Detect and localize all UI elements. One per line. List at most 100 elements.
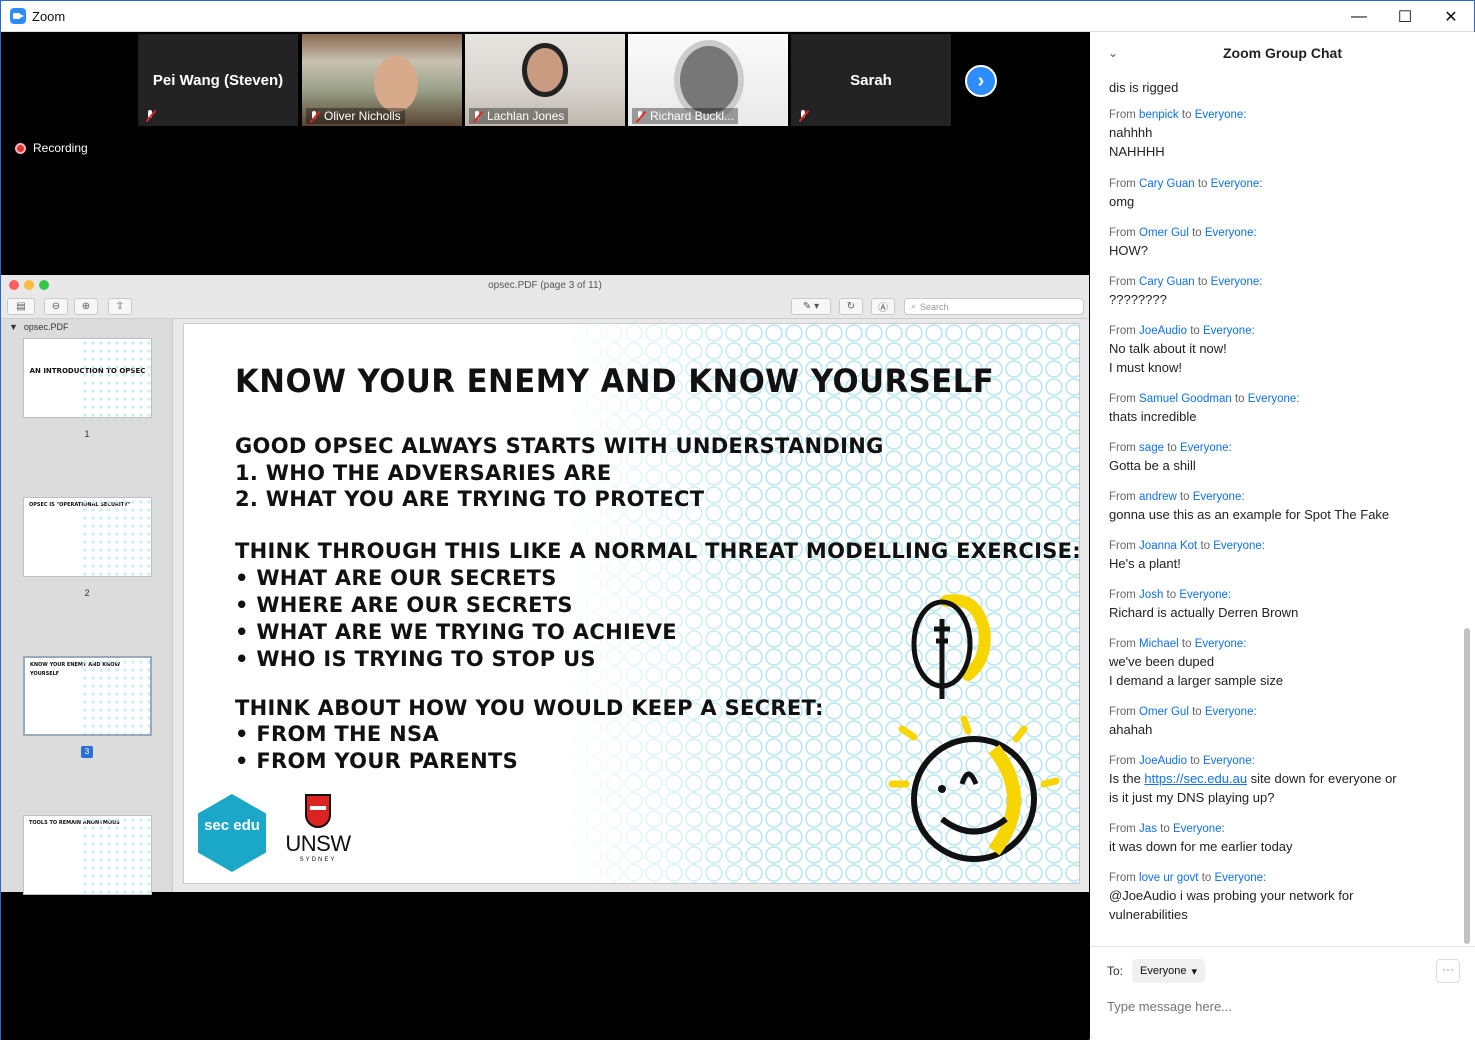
recipient-link[interactable]: Everyone: bbox=[1179, 589, 1231, 601]
sender-link[interactable]: Jas bbox=[1139, 823, 1157, 835]
minimize-button[interactable]: — bbox=[1336, 1, 1382, 32]
chat-message: From Samuel Goodman to Everyone: thats in… bbox=[1109, 391, 1300, 426]
maximize-button[interactable]: ☐ bbox=[1382, 1, 1428, 32]
to-word: to bbox=[1234, 393, 1245, 405]
message-text: Richard is actually Derren Brown bbox=[1109, 605, 1299, 620]
minimize-dot-icon[interactable] bbox=[24, 280, 34, 290]
recipient-link[interactable]: Everyone: bbox=[1213, 540, 1265, 552]
message-header: From JoeAudio to Everyone: bbox=[1109, 323, 1255, 339]
sender-link[interactable]: Joanna Kot bbox=[1139, 540, 1197, 552]
page-thumbnail-selected[interactable]: KNOW YOUR ENEMY AND KNOW YOURSELF bbox=[23, 656, 152, 736]
sender-link[interactable]: andrew bbox=[1139, 491, 1177, 503]
participant-tile[interactable]: Sarah bbox=[791, 34, 951, 126]
message-text: is it just my DNS playing up? bbox=[1109, 790, 1275, 805]
participant-tile[interactable]: Richard Buckl... bbox=[628, 34, 788, 126]
participant-tile[interactable]: Oliver Nicholls bbox=[302, 34, 462, 126]
recipient-dropdown[interactable]: Everyone ▾ bbox=[1132, 959, 1206, 983]
more-options-button[interactable]: ··· bbox=[1436, 959, 1460, 983]
to-word: to bbox=[1192, 227, 1202, 239]
page-thumbnail[interactable]: TOOLS TO REMAIN ANONYMOUS bbox=[23, 815, 152, 895]
message-header: From Josh to Everyone: bbox=[1109, 587, 1298, 603]
slide-title: KNOW YOUR ENEMY AND KNOW YOURSELF bbox=[235, 362, 995, 400]
next-participants-button[interactable]: › bbox=[965, 65, 997, 97]
message-header: From Joanna Kot to Everyone: bbox=[1109, 538, 1265, 554]
message-header: From andrew to Everyone: bbox=[1109, 489, 1389, 505]
message-text: it was down for me earlier today bbox=[1109, 839, 1293, 854]
sidebar-header[interactable]: ▼ opsec.PDF bbox=[1, 319, 172, 335]
recipient-link[interactable]: Everyone: bbox=[1193, 491, 1245, 503]
sidebar-toggle-icon[interactable]: ▤ bbox=[7, 298, 35, 315]
slide-line: • FROM YOUR PARENTS bbox=[235, 749, 519, 773]
close-button[interactable]: ✕ bbox=[1428, 1, 1474, 32]
to-word: to bbox=[1190, 755, 1200, 767]
rotate-icon[interactable]: ↻ bbox=[839, 298, 863, 315]
markup-pen-icon[interactable]: ✎ ▾ bbox=[791, 298, 831, 315]
annotate-icon[interactable]: Ⓐ bbox=[871, 298, 895, 315]
zoom-out-icon[interactable]: ⊖ bbox=[44, 298, 68, 315]
recipient-link[interactable]: Everyone: bbox=[1203, 325, 1255, 337]
thumb-pattern bbox=[81, 816, 151, 894]
chat-scrollbar[interactable] bbox=[1464, 628, 1470, 944]
sender-link[interactable]: Cary Guan bbox=[1139, 178, 1195, 190]
zoom-in-icon[interactable]: ⊕ bbox=[74, 298, 98, 315]
recipient-link[interactable]: Everyone: bbox=[1195, 109, 1247, 121]
sender-link[interactable]: Omer Gul bbox=[1139, 706, 1189, 718]
recipient-link[interactable]: Everyone: bbox=[1205, 227, 1257, 239]
message-header: From sage to Everyone: bbox=[1109, 440, 1232, 456]
recording-icon bbox=[15, 142, 26, 154]
recipient-link[interactable]: Everyone: bbox=[1211, 276, 1263, 288]
recipient-link[interactable]: Everyone: bbox=[1195, 638, 1247, 650]
chevron-down-icon[interactable]: ⌄ bbox=[1108, 46, 1118, 60]
thumb-pattern bbox=[81, 658, 150, 734]
sender-link[interactable]: Michael bbox=[1139, 638, 1179, 650]
message-input[interactable] bbox=[1107, 999, 1437, 1014]
participant-tile[interactable]: Lachlan Jones bbox=[465, 34, 625, 126]
chat-message: From Jas to Everyone: it was down for me … bbox=[1109, 821, 1293, 856]
sender-link[interactable]: JoeAudio bbox=[1139, 325, 1187, 337]
chat-message: From sage to Everyone: Gotta be a shill bbox=[1109, 440, 1232, 475]
recipient-link[interactable]: Everyone: bbox=[1180, 442, 1232, 454]
muted-mic-icon bbox=[634, 110, 646, 123]
recipient-link[interactable]: Everyone: bbox=[1248, 393, 1300, 405]
from-word: From bbox=[1109, 393, 1136, 405]
sender-link[interactable]: Cary Guan bbox=[1139, 276, 1195, 288]
chat-message: From Michael to Everyone: we've been dupe… bbox=[1109, 636, 1283, 690]
recording-indicator[interactable]: Recording bbox=[15, 141, 88, 155]
preview-toolbar: ▤ ⊖ ⊕ ⇧ ✎ ▾ ↻ Ⓐ ⌕ Search bbox=[1, 297, 1089, 319]
sender-link[interactable]: Samuel Goodman bbox=[1139, 393, 1232, 405]
participant-name: Richard Buckl... bbox=[650, 109, 735, 123]
preview-search-field[interactable]: ⌕ Search bbox=[904, 298, 1084, 315]
slide-line: • WHAT ARE OUR SECRETS bbox=[235, 566, 557, 590]
page-thumbnail[interactable]: OPSEC IS "OPERATIONAL SECURITY" bbox=[23, 497, 152, 577]
recipient-link[interactable]: Everyone: bbox=[1205, 706, 1257, 718]
recipient-link[interactable]: Everyone: bbox=[1203, 755, 1255, 767]
sender-link[interactable]: Josh bbox=[1139, 589, 1163, 601]
recipient-link[interactable]: Everyone: bbox=[1215, 872, 1267, 884]
sender-link[interactable]: benpick bbox=[1139, 109, 1179, 121]
share-icon[interactable]: ⇧ bbox=[108, 298, 132, 315]
chat-message: From JoeAudio to Everyone: No talk about … bbox=[1109, 323, 1255, 377]
sender-link[interactable]: JoeAudio bbox=[1139, 755, 1187, 767]
sender-link[interactable]: love ur govt bbox=[1139, 872, 1198, 884]
close-dot-icon[interactable] bbox=[9, 280, 19, 290]
recipient-link[interactable]: Everyone: bbox=[1173, 823, 1225, 835]
message-header: From Omer Gul to Everyone: bbox=[1109, 704, 1257, 720]
message-url-link[interactable]: https://sec.edu.au bbox=[1144, 771, 1247, 786]
sender-link[interactable]: Omer Gul bbox=[1139, 227, 1189, 239]
page-thumbnail[interactable]: AN INTRODUCTION TO OPSEC bbox=[23, 338, 152, 418]
message-header: From Omer Gul to Everyone: bbox=[1109, 225, 1257, 241]
chat-messages[interactable]: dis is rigged From benpick to Everyone: na… bbox=[1090, 78, 1462, 944]
chat-message: From andrew to Everyone: gonna use this a… bbox=[1109, 489, 1389, 524]
message-text: Gotta be a shill bbox=[1109, 458, 1196, 473]
from-word: From bbox=[1109, 638, 1136, 650]
from-word: From bbox=[1109, 109, 1136, 121]
chat-message: dis is rigged bbox=[1109, 78, 1178, 97]
recipient-link[interactable]: Everyone: bbox=[1211, 178, 1263, 190]
participant-tile[interactable]: Pei Wang (Steven) bbox=[138, 34, 298, 126]
chat-compose: To: Everyone ▾ ··· bbox=[1090, 946, 1475, 1040]
slide-line: THINK THROUGH THIS LIKE A NORMAL THREAT … bbox=[235, 539, 1080, 563]
zoom-dot-icon[interactable] bbox=[39, 280, 49, 290]
participant-caption: Oliver Nicholls bbox=[306, 108, 405, 124]
sender-link[interactable]: sage bbox=[1139, 442, 1164, 454]
from-word: From bbox=[1109, 589, 1136, 601]
